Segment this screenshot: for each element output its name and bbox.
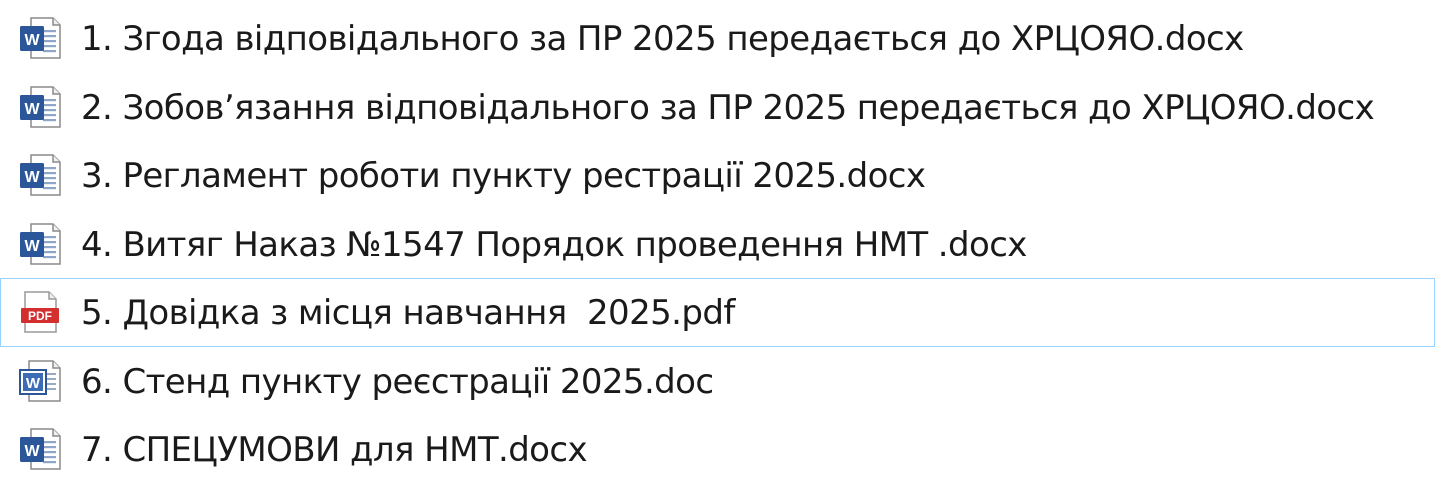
file-item-3[interactable]: W 3. Регламент роботи пункту рестрації 2… (0, 141, 1435, 210)
file-list: W 1. Згода відповідального за ПР 2025 пе… (0, 4, 1435, 484)
file-name: 7. СПЕЦУМОВИ для НМТ.docx (81, 430, 588, 471)
word-docx-icon: W (17, 15, 63, 61)
word-docx-icon: W (17, 84, 63, 130)
word-doc-icon: W (17, 358, 63, 404)
file-item-2[interactable]: W 2. Зобов’язання відповідального за ПР … (0, 73, 1435, 142)
pdf-icon: PDF (17, 289, 63, 335)
svg-text:W: W (24, 169, 40, 186)
file-item-7[interactable]: W 7. СПЕЦУМОВИ для НМТ.docx (0, 415, 1435, 484)
file-name: 1. Згода відповідального за ПР 2025 пере… (81, 19, 1244, 60)
svg-text:W: W (26, 375, 41, 392)
file-name: 6. Стенд пункту реєстрації 2025.doc (81, 361, 714, 402)
word-docx-icon: W (17, 426, 63, 472)
file-name: 4. Витяг Наказ №1547 Порядок проведення … (81, 224, 1027, 265)
file-name: 5. Довідка з місця навчання 2025.pdf (81, 293, 735, 334)
word-docx-icon: W (17, 221, 63, 267)
word-docx-icon: W (17, 152, 63, 198)
svg-text:W: W (24, 238, 40, 255)
file-item-1[interactable]: W 1. Згода відповідального за ПР 2025 пе… (0, 4, 1435, 73)
svg-text:W: W (24, 101, 40, 118)
svg-text:W: W (24, 32, 40, 49)
file-item-5[interactable]: PDF 5. Довідка з місця навчання 2025.pdf (0, 278, 1435, 347)
file-name: 3. Регламент роботи пункту рестрації 202… (81, 156, 926, 197)
svg-text:W: W (24, 443, 40, 460)
file-name: 2. Зобов’язання відповідального за ПР 20… (81, 87, 1375, 128)
file-item-6[interactable]: W 6. Стенд пункту реєстрації 2025.doc (0, 347, 1435, 416)
pdf-badge-label: PDF (28, 309, 52, 323)
file-item-4[interactable]: W 4. Витяг Наказ №1547 Порядок проведенн… (0, 210, 1435, 279)
